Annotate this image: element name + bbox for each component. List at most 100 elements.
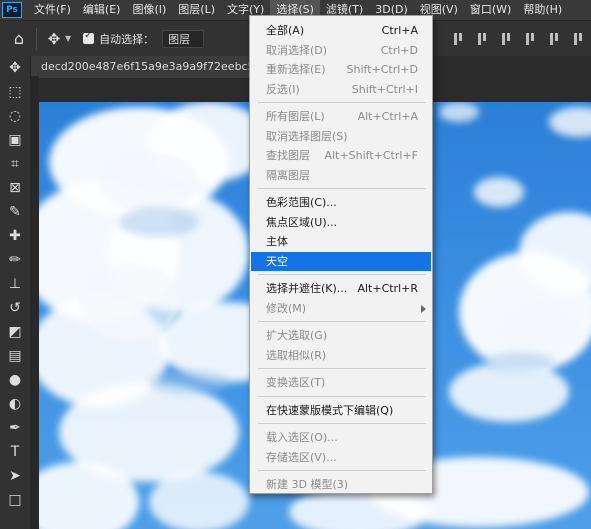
- chevron-down-icon[interactable]: ▼: [65, 34, 71, 43]
- menu-item-label: 修改(M): [266, 301, 307, 315]
- menu-edit[interactable]: 编辑(E): [77, 0, 127, 20]
- menu-item-shortcut: Alt+Ctrl+A: [357, 110, 418, 123]
- object-select-tool-icon[interactable]: ▣: [0, 128, 30, 152]
- align-left-icon[interactable]: [548, 32, 562, 46]
- document-tab[interactable]: decd200e487e6f15a9e3a9a9f72eebc5.jpg: [31, 56, 286, 78]
- select-menu-item: 隔离图层: [251, 166, 431, 185]
- healing-brush-tool-icon[interactable]: ✚: [0, 224, 30, 248]
- align-bottom-icon[interactable]: [500, 32, 514, 46]
- select-menu-item[interactable]: 色彩范围(C)...: [251, 193, 431, 212]
- menu-help[interactable]: 帮助(H): [517, 0, 568, 20]
- distribute-icon[interactable]: [524, 32, 538, 46]
- select-menu-item: 变换选区(T): [251, 373, 431, 392]
- rectangle-tool-icon[interactable]: □: [0, 488, 30, 512]
- menu-item-label: 选取相似(R): [266, 348, 327, 362]
- menu-item-shortcut: Shift+Ctrl+I: [351, 82, 418, 96]
- crop-tool-icon[interactable]: ⌗: [0, 152, 30, 176]
- menu-item-label: 反选(I): [266, 82, 300, 96]
- type-tool-icon[interactable]: T: [0, 440, 30, 464]
- menu-item-label: 天空: [266, 254, 288, 268]
- menu-item-label: 变换选区(T): [266, 376, 326, 389]
- pen-tool-icon[interactable]: ✒: [0, 416, 30, 440]
- select-menu-item: 选取相似(R): [251, 346, 431, 365]
- menu-item-label: 所有图层(L): [266, 110, 325, 123]
- menu-item-shortcut: Ctrl+D: [380, 43, 418, 57]
- submenu-arrow-icon: [421, 304, 426, 313]
- select-menu-item: 新建 3D 模型(3): [251, 475, 431, 494]
- menu-window[interactable]: 窗口(W): [464, 0, 517, 20]
- select-menu-item[interactable]: 焦点区域(U)...: [251, 213, 431, 232]
- menu-item-label: 查找图层: [266, 149, 310, 162]
- select-menu-item: 取消选择(D) Ctrl+D: [251, 41, 431, 60]
- blur-tool-icon[interactable]: ●: [0, 368, 30, 392]
- auto-select-target-dropdown[interactable]: 图层: [162, 29, 205, 48]
- move-tool-icon[interactable]: ✥: [0, 56, 30, 80]
- menu-item-label: 新建 3D 模型(3): [266, 478, 349, 491]
- clone-stamp-tool-icon[interactable]: ⊥: [0, 272, 30, 296]
- select-menu-item[interactable]: 全部(A) Ctrl+A: [251, 21, 431, 40]
- brush-tool-icon[interactable]: ✏: [0, 248, 30, 272]
- auto-select-checkbox[interactable]: [83, 30, 95, 44]
- menu-separator: [258, 423, 426, 424]
- menu-file[interactable]: 文件(F): [28, 0, 77, 20]
- move-tool-preset-icon[interactable]: ✥: [45, 30, 63, 48]
- menu-item-label: 主体: [266, 235, 288, 248]
- home-icon[interactable]: ⌂: [10, 29, 28, 48]
- gradient-tool-icon[interactable]: ▤: [0, 344, 30, 368]
- menu-item-label: 取消选择(D): [266, 43, 328, 57]
- menu-item-label: 焦点区域(U)...: [266, 215, 338, 229]
- eyedropper-tool-icon[interactable]: ✎: [0, 200, 30, 224]
- menu-item-shortcut: Alt+Ctrl+R: [357, 282, 418, 295]
- menu-layer[interactable]: 图层(L): [172, 0, 221, 20]
- menu-item-label: 载入选区(O)...: [266, 431, 338, 444]
- menu-item-label: 全部(A): [266, 24, 305, 37]
- select-menu-item: 存储选区(V)...: [251, 448, 431, 467]
- tools-panel: ✥ ⬚ ◌ ▣ ⌗ ⊠ ✎ ✚ ✏ ⊥ ↺ ◩ ▤ ● ◐ ✒ T ➤ □: [0, 56, 31, 529]
- menu-item-label: 选择并遮住(K)...: [266, 282, 348, 295]
- select-menu-item: 反选(I) Shift+Ctrl+I: [251, 80, 431, 99]
- select-menu-item: 载入选区(O)...: [251, 428, 431, 447]
- menu-image[interactable]: 图像(I): [126, 0, 172, 20]
- select-menu-item: 所有图层(L) Alt+Ctrl+A: [251, 107, 431, 126]
- path-select-tool-icon[interactable]: ➤: [0, 464, 30, 488]
- options-divider: [36, 27, 37, 50]
- photoshop-logo: Ps: [2, 2, 22, 18]
- select-menu-item: 扩大选取(G): [251, 326, 431, 345]
- align-right-icon[interactable]: [572, 32, 586, 46]
- history-brush-tool-icon[interactable]: ↺: [0, 296, 30, 320]
- select-menu-dropdown: 全部(A) Ctrl+A 取消选择(D) Ctrl+D 重新选择(E) Shift+Ctr…: [249, 15, 433, 494]
- menu-separator: [258, 102, 426, 103]
- select-menu-item[interactable]: 天空: [251, 251, 431, 271]
- align-buttons: [447, 21, 591, 57]
- menu-separator: [258, 321, 426, 322]
- menu-item-shortcut: Ctrl+A: [381, 24, 418, 37]
- menu-item-label: 在快速蒙版模式下编辑(Q): [266, 403, 394, 417]
- select-menu-item[interactable]: 在快速蒙版模式下编辑(Q): [251, 401, 431, 420]
- eraser-tool-icon[interactable]: ◩: [0, 320, 30, 344]
- menu-separator: [258, 470, 426, 471]
- auto-select-label: 自动选择：: [99, 32, 155, 46]
- menu-separator: [258, 368, 426, 369]
- align-top-icon[interactable]: [452, 32, 466, 46]
- menu-item-label: 存储选区(V)...: [266, 450, 337, 464]
- menu-item-label: 重新选择(E): [266, 63, 326, 76]
- select-menu-item[interactable]: 主体: [251, 232, 431, 251]
- marquee-tool-icon[interactable]: ⬚: [0, 80, 30, 104]
- menu-item-label: 色彩范围(C)...: [266, 196, 337, 209]
- lasso-tool-icon[interactable]: ◌: [0, 104, 30, 128]
- menu-item-label: 取消选择图层(S): [266, 129, 348, 143]
- frame-tool-icon[interactable]: ⊠: [0, 176, 30, 200]
- canvas-gutter: [31, 76, 39, 529]
- select-menu-item: 修改(M): [251, 299, 431, 318]
- select-menu-item: 查找图层 Alt+Shift+Ctrl+F: [251, 146, 431, 165]
- dodge-tool-icon[interactable]: ◐: [0, 392, 30, 416]
- menu-separator: [258, 188, 426, 189]
- menu-item-label: 扩大选取(G): [266, 329, 328, 342]
- select-menu-item[interactable]: 选择并遮住(K)... Alt+Ctrl+R: [251, 279, 431, 298]
- align-vcenter-icon[interactable]: [476, 32, 490, 46]
- menu-item-shortcut: Shift+Ctrl+D: [346, 63, 418, 76]
- select-menu-item: 取消选择图层(S): [251, 127, 431, 146]
- menu-separator: [258, 395, 426, 397]
- menu-separator: [258, 274, 426, 275]
- select-menu-item: 重新选择(E) Shift+Ctrl+D: [251, 60, 431, 79]
